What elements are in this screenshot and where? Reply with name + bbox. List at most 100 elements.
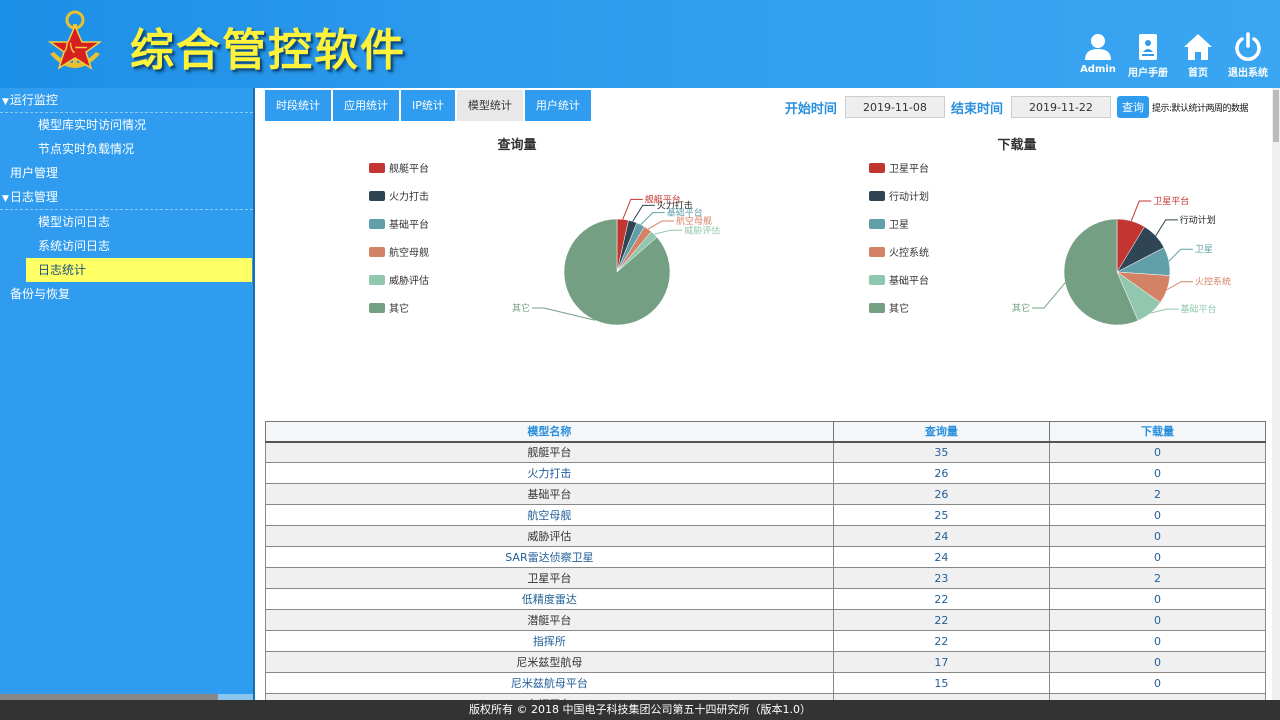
col-header-download[interactable]: 下载量 xyxy=(1048,421,1267,443)
legend-label[interactable]: 卫星 xyxy=(889,219,909,231)
tab-ip[interactable]: IP统计 xyxy=(401,90,455,121)
slice-label: 基础平台 xyxy=(1180,303,1216,315)
legend-label[interactable]: 威胁评估 xyxy=(389,274,429,287)
sidebar-group-label: 运行监控 xyxy=(9,93,58,107)
hint-text: 提示:默认统计两周的数据 xyxy=(1151,103,1249,114)
legend-label[interactable]: 航空母舰 xyxy=(389,246,429,259)
legend-swatch[interactable] xyxy=(869,191,885,201)
cell-query-count: 25 xyxy=(832,504,1050,526)
legend-label[interactable]: 其它 xyxy=(889,302,909,315)
cell-download-count: 0 xyxy=(1048,672,1267,694)
legend-swatch[interactable] xyxy=(869,219,885,229)
legend-swatch[interactable] xyxy=(369,247,385,257)
admin-label: Admin xyxy=(1080,64,1116,75)
col-header-name[interactable]: 模型名称 xyxy=(265,421,834,443)
slice-label: 卫星 xyxy=(1195,244,1213,255)
legend-label[interactable]: 其它 xyxy=(389,302,409,315)
home-label: 首页 xyxy=(1188,68,1208,79)
logout-button[interactable]: 退出系统 xyxy=(1228,32,1268,79)
footer: 版权所有 © 2018 中国电子科技集团公司第五十四研究所（版本1.0） xyxy=(0,700,1280,720)
stats-table: 模型名称 查询量 下载量 舰艇平台 35 0 火力打击 26 0 基础平台 26 2 航空母舰 25… xyxy=(265,421,1267,715)
label-line xyxy=(1166,281,1193,291)
cell-query-count: 15 xyxy=(832,672,1050,694)
sidebar-item-backup[interactable]: 备份与恢复 xyxy=(0,282,253,306)
table-row: 低精度雷达 22 0 xyxy=(265,588,1267,610)
sidebar-item-log-stats[interactable]: 日志统计 xyxy=(26,258,252,282)
query-button[interactable]: 查询 xyxy=(1116,96,1149,118)
slice-label: 其它 xyxy=(512,302,530,314)
legend-label[interactable]: 舰艇平台 xyxy=(389,162,429,175)
cell-query-count: 35 xyxy=(832,441,1050,463)
legend-label[interactable]: 卫星平台 xyxy=(889,162,929,175)
cell-query-count: 22 xyxy=(832,630,1050,652)
cell-download-count: 0 xyxy=(1048,504,1267,526)
cell-query-count: 26 xyxy=(832,462,1050,484)
tab-model[interactable]: 模型统计 xyxy=(456,90,523,121)
main-content: 时段统计 应用统计 IP统计 模型统计 用户统计 开始时间 结束时间 查询 提示… xyxy=(257,88,1280,715)
cell-download-count: 0 xyxy=(1048,609,1267,631)
cell-model-name: 指挥所 xyxy=(265,630,834,652)
legend-label[interactable]: 火力打击 xyxy=(389,190,429,203)
manual-button[interactable]: 用户手册 xyxy=(1128,32,1168,79)
legend-swatch[interactable] xyxy=(869,247,885,257)
sidebar-item-system-log[interactable]: 系统访问日志 xyxy=(26,234,252,258)
sidebar-item-user-mgmt[interactable]: 用户管理 xyxy=(0,161,253,185)
query-pie-chart: 查询量 舰艇平台 火力打击 基础平台 航空母舰 威胁评估 其它 舰艇平台 火力打击 基础平台 航空… xyxy=(265,130,765,410)
legend-swatch[interactable] xyxy=(369,275,385,285)
home-button[interactable]: 首页 xyxy=(1180,32,1216,79)
legend-swatch[interactable] xyxy=(869,163,885,173)
sidebar-group-label: 日志管理 xyxy=(9,190,58,204)
legend-swatch[interactable] xyxy=(369,163,385,173)
slice-label: 卫星平台 xyxy=(1153,195,1189,207)
slice-label: 威胁评估 xyxy=(684,224,720,236)
label-line xyxy=(640,212,665,225)
legend-swatch[interactable] xyxy=(369,303,385,313)
legend-swatch[interactable] xyxy=(869,303,885,313)
table-row: SAR雷达侦察卫星 24 0 xyxy=(265,546,1267,568)
legend-label[interactable]: 基础平台 xyxy=(889,274,929,287)
label-line xyxy=(1032,282,1066,309)
sidebar-item-node-load[interactable]: 节点实时负载情况 xyxy=(26,137,252,161)
end-date-label: 结束时间 xyxy=(950,101,1003,117)
table-row: 潜艇平台 22 0 xyxy=(265,609,1267,631)
label-line xyxy=(654,229,683,235)
sidebar: ▼运行监控 模型库实时访问情况 节点实时负载情况 用户管理 ▼日志管理 模型访问… xyxy=(0,88,255,700)
end-date-input[interactable] xyxy=(1010,96,1111,118)
main-scrollbar[interactable] xyxy=(1272,88,1280,700)
cell-query-count: 26 xyxy=(832,483,1050,505)
legend-label[interactable]: 行动计划 xyxy=(889,190,929,203)
cell-model-name: 航空母舰 xyxy=(265,504,834,526)
legend-swatch[interactable] xyxy=(369,191,385,201)
manual-icon xyxy=(1139,34,1157,60)
cell-model-name: 威胁评估 xyxy=(265,525,834,547)
legend-swatch[interactable] xyxy=(369,219,385,229)
slice-label: 火控系统 xyxy=(1195,276,1231,288)
manual-label: 用户手册 xyxy=(1128,68,1168,79)
caret-down-icon: ▼ xyxy=(2,194,9,204)
cell-model-name: 低精度雷达 xyxy=(265,588,834,610)
start-date-input[interactable] xyxy=(844,96,945,118)
cell-download-count: 0 xyxy=(1048,441,1267,463)
sidebar-item-model-access[interactable]: 模型库实时访问情况 xyxy=(26,113,252,137)
scroll-thumb[interactable] xyxy=(1273,90,1279,142)
sidebar-group-log[interactable]: ▼日志管理 xyxy=(0,185,253,209)
legend-label[interactable]: 基础平台 xyxy=(389,218,429,231)
legend-label[interactable]: 火控系统 xyxy=(889,246,929,259)
admin-button[interactable]: Admin xyxy=(1080,32,1116,79)
legend-swatch[interactable] xyxy=(869,275,885,285)
sidebar-item-model-log[interactable]: 模型访问日志 xyxy=(26,210,252,234)
cell-download-count: 0 xyxy=(1048,588,1267,610)
tab-period[interactable]: 时段统计 xyxy=(265,90,331,121)
logout-label: 退出系统 xyxy=(1228,68,1268,79)
sidebar-group-monitor[interactable]: ▼运行监控 xyxy=(0,88,253,112)
tab-application[interactable]: 应用统计 xyxy=(333,90,399,121)
caret-down-icon: ▼ xyxy=(2,97,9,107)
sidebar-scrollbar[interactable] xyxy=(0,692,253,700)
table-row: 基础平台 26 2 xyxy=(265,483,1267,505)
tab-user[interactable]: 用户统计 xyxy=(524,90,591,121)
label-line xyxy=(1150,308,1179,314)
emblem-logo: 八一 xyxy=(47,10,103,70)
cell-model-name: 舰艇平台 xyxy=(265,441,834,463)
cell-query-count: 17 xyxy=(832,651,1050,673)
col-header-query[interactable]: 查询量 xyxy=(832,421,1050,443)
